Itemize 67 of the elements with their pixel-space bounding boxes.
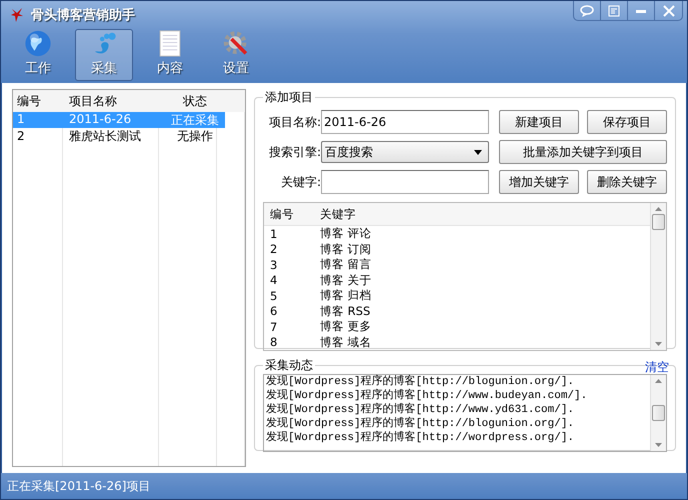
group-title: 采集动态 [264,357,314,374]
new-project-button[interactable]: 新建项目 [499,110,579,134]
log-line: 发现[Wordpress]程序的博客[http://www.yd631.com/]. [266,403,576,416]
table-cell-text: 8 [269,335,278,350]
logo-icon [9,7,25,23]
scrollbar-thumb[interactable] [652,214,665,230]
table-cell-text: 3 [269,258,278,272]
table-cell-text: 1 [269,226,278,241]
scrollbar-thumb[interactable] [652,405,665,421]
scrollbar[interactable] [650,375,666,451]
group-title: 添加项目 [264,89,314,106]
field-label: 搜索引擎: [268,144,321,160]
globe-icon [23,30,53,57]
table-cell: 正在采集 [165,112,225,128]
table-cell-text: 博客 留言 [319,257,372,272]
table-cell-text: 博客 RSS [319,304,370,319]
delete-keyword-button[interactable]: 删除关键字 [587,170,667,194]
toolbar-tab[interactable]: 内容 [141,29,199,81]
project-name-field[interactable]: 2011-6-26 [321,110,489,134]
close-icon [662,4,674,16]
table-cell-text: 博客 归档 [319,288,372,304]
document-icon [158,30,182,57]
table-cell-text: 博客 域名 [319,334,372,350]
table-cell: 1 [13,112,65,128]
log-line: 发现[Wordpress]程序的博客[http://wordpress.org/]. [266,431,576,445]
list-icon [608,4,620,16]
table-cell-text: 2 [269,242,278,256]
add-keyword-button[interactable]: 增加关键字 [499,170,579,194]
table-cell-text: 4 [269,273,278,288]
field-label: 关键字: [280,174,321,190]
project-row[interactable]: 2 雅虎站长测试 无操作 [13,128,245,144]
scroll-up-icon[interactable] [655,207,662,211]
field-label: 项目名称: [268,114,321,130]
caret-icon [474,150,482,154]
column-header[interactable]: 项目名称 [65,92,165,110]
batch-add-button[interactable]: 批量添加关键字到项目 [499,140,667,164]
column-header[interactable]: 编号 [13,92,65,110]
scroll-down-icon[interactable] [655,342,662,346]
table-cell-text: 博客 更多 [319,319,372,334]
scroll-up-icon[interactable] [655,379,662,383]
log-line: 发现[Wordpress]程序的博客[http://blogunion.org/]. [266,417,576,430]
scroll-down-icon[interactable] [655,443,662,447]
table-cell-text: 无操作 [176,128,214,144]
column-header[interactable]: 关键字 [314,206,356,222]
table-cell-text: 博客 关于 [319,272,372,288]
clear-link[interactable]: 清空 [645,360,669,374]
speech-bubble-icon [580,4,594,16]
table-cell-text: 雅虎站长测试 [68,128,142,144]
table-cell-text: 6 [269,304,278,318]
log-line: 发现[Wordpress]程序的博客[http://www.budeyan.com/]. [266,389,588,402]
column-header[interactable]: 编号 [264,206,314,222]
log-line: 发现[Wordpress]程序的博客[http://blogunion.org/]. [266,375,576,388]
column-header[interactable]: 状态 [165,92,225,110]
keyword-field[interactable] [321,170,489,194]
table-cell-text: 博客 评论 [319,226,372,242]
search-engine-dropdown[interactable]: 百度搜索 [321,141,489,163]
toolbar-tab[interactable]: 设置 [207,29,265,81]
scrollbar[interactable] [650,203,666,350]
table-cell-text: 7 [269,320,278,334]
table-cell-text: 5 [269,288,278,303]
toolbar-tab[interactable]: 工作 [9,29,67,81]
table-cell-text: 2 [16,129,26,143]
save-project-button[interactable]: 保存项目 [587,110,667,134]
window-title: 骨头博客营销助手 [31,6,135,24]
table-cell: 2011-6-26 [65,112,165,128]
status-text: 正在采集[2011-6-26]项目 [7,478,150,494]
table-cell-text: 博客 订阅 [319,242,372,257]
